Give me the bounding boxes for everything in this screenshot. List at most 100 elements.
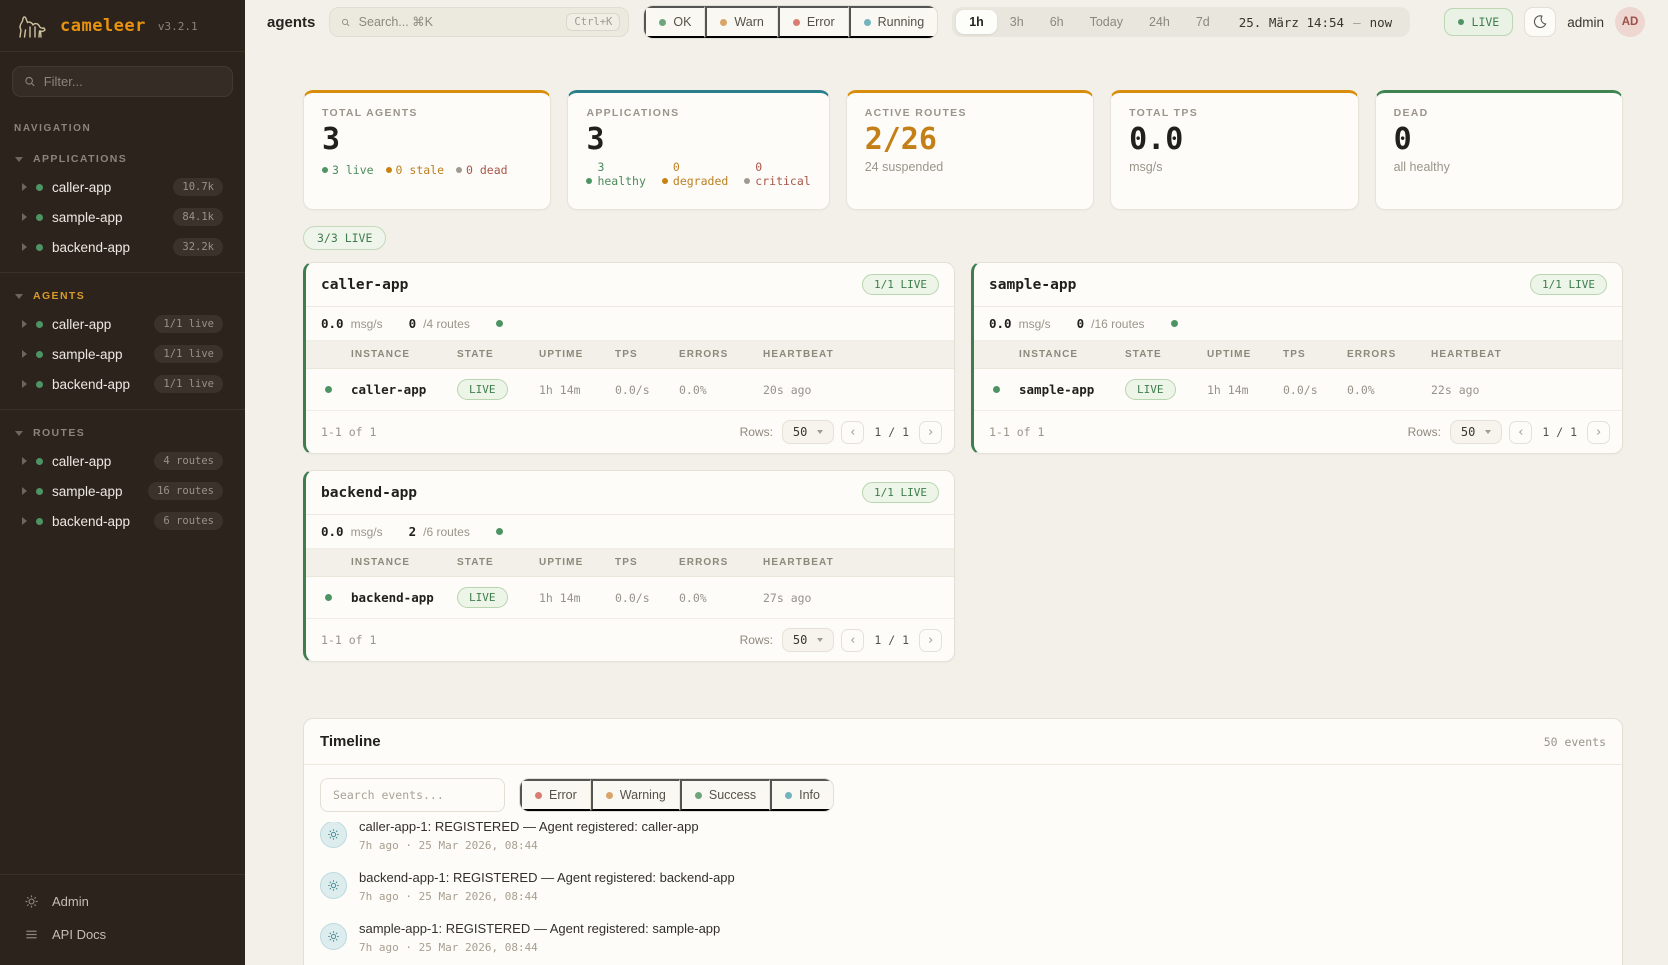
chevron-right-icon [22, 517, 27, 525]
sidebar-item-backend-app[interactable]: backend-app 32.2k [0, 232, 245, 262]
collapse-caret-icon [15, 294, 23, 299]
col-instance: INSTANCE [351, 349, 457, 360]
app-routes-active: 0 [1077, 316, 1085, 331]
next-page-button[interactable]: › [919, 629, 942, 652]
rows-value: 50 [1461, 425, 1475, 439]
sidebar-item-sample-app[interactable]: sample-app 84.1k [0, 202, 245, 232]
range-6h[interactable]: 6h [1037, 10, 1077, 34]
live-toggle[interactable]: LIVE [1444, 8, 1514, 36]
chevron-right-icon [22, 183, 27, 191]
item-label: backend-app [52, 514, 130, 529]
sidebar-filter-input[interactable] [44, 74, 221, 89]
stat-value: 3 [322, 123, 532, 156]
range-1h[interactable]: 1h [956, 10, 997, 34]
range-3h[interactable]: 3h [997, 10, 1037, 34]
global-search[interactable]: Ctrl+K [329, 7, 629, 37]
filter-chip-info[interactable]: Info [770, 779, 833, 811]
avatar[interactable]: AD [1615, 7, 1645, 37]
logo[interactable]: cameleer v3.2.1 [0, 0, 245, 52]
table-row[interactable]: backend-app LIVE 1h 14m 0.0/s 0.0% 27s a… [306, 577, 954, 619]
time-range-group: 1h 3h 6h Today 24h 7d 25. März 14:54 — n… [952, 7, 1410, 37]
item-label: caller-app [52, 317, 111, 332]
sidebar-filter[interactable] [12, 66, 233, 97]
timeline-events-list[interactable]: caller-app-1: REGISTERED — Agent registe… [304, 822, 1622, 965]
item-label: backend-app [52, 377, 130, 392]
section-header-routes[interactable]: ROUTES [0, 420, 245, 446]
sidebar-item-sample-app-agent[interactable]: sample-app 1/1 live [0, 339, 245, 369]
prev-page-button[interactable]: ‹ [1509, 421, 1532, 444]
rows-per-page-select[interactable]: 50 [1450, 420, 1502, 444]
stat-card-dead: DEAD 0 all healthy [1375, 90, 1623, 210]
stats-row: TOTAL AGENTS 3 3 live 0 stale 0 dead APP… [303, 90, 1623, 210]
status-dot [36, 184, 43, 191]
sidebar-item-caller-app-agent[interactable]: caller-app 1/1 live [0, 309, 245, 339]
prev-page-button[interactable]: ‹ [841, 421, 864, 444]
admin-link[interactable]: Admin [0, 885, 245, 918]
rows-per-page-select[interactable]: 50 [782, 628, 834, 652]
page-title: agents [267, 14, 315, 31]
timeline-event[interactable]: backend-app-1: REGISTERED — Agent regist… [320, 861, 1606, 912]
section-header-applications[interactable]: APPLICATIONS [0, 146, 245, 172]
events-search[interactable] [320, 778, 505, 812]
chevron-down-icon [817, 638, 823, 642]
event-timestamp: 7h ago · 25 Mar 2026, 08:44 [359, 890, 735, 903]
stat-value: 0.0 [1129, 123, 1339, 156]
filter-chip-ok[interactable]: OK [644, 6, 705, 38]
status-dot [36, 381, 43, 388]
col-heartbeat: HEARTBEAT [763, 349, 954, 360]
timeline-event[interactable]: caller-app-1: REGISTERED — Agent registe… [320, 822, 1606, 861]
app-routes-active: 2 [409, 524, 417, 539]
col-tps: TPS [1283, 349, 1347, 360]
navigation-label: NAVIGATION [0, 105, 245, 138]
filter-chip-warn[interactable]: Warn [705, 6, 777, 38]
timeline-event[interactable]: sample-app-1: REGISTERED — Agent registe… [320, 912, 1606, 963]
filter-chip-running[interactable]: Running [849, 6, 938, 38]
sidebar-item-backend-app-routes[interactable]: backend-app 6 routes [0, 506, 245, 536]
events-search-input[interactable] [333, 788, 492, 802]
table-row[interactable]: sample-app LIVE 1h 14m 0.0/s 0.0% 22s ag… [974, 369, 1622, 411]
tps-value: 0.0/s [1283, 383, 1347, 397]
filter-chip-error[interactable]: Error [520, 779, 591, 811]
col-errors: ERRORS [679, 557, 763, 568]
sidebar-item-sample-app-routes[interactable]: sample-app 16 routes [0, 476, 245, 506]
item-label: caller-app [52, 180, 111, 195]
status-dot [36, 214, 43, 221]
live-label: LIVE [1472, 15, 1500, 29]
timeline-event-count: 50 events [1544, 735, 1606, 749]
search-icon [24, 75, 36, 88]
range-7d[interactable]: 7d [1183, 10, 1223, 34]
filter-chip-error[interactable]: Error [778, 6, 849, 38]
app-routes-total: /4 routes [423, 317, 470, 331]
tps-value: 0.0/s [615, 383, 679, 397]
api-docs-link[interactable]: API Docs [0, 918, 245, 951]
date-end: now [1370, 15, 1393, 30]
stat-value: 3 [586, 123, 810, 156]
date-start: 25. März 14:54 [1239, 15, 1344, 30]
errors-value: 0.0% [1347, 383, 1431, 397]
item-label: sample-app [52, 347, 123, 362]
filter-chip-success[interactable]: Success [680, 779, 770, 811]
global-search-input[interactable] [359, 15, 559, 29]
next-page-button[interactable]: › [919, 421, 942, 444]
table-row[interactable]: caller-app LIVE 1h 14m 0.0/s 0.0% 20s ag… [306, 369, 954, 411]
sidebar-item-backend-app-agent[interactable]: backend-app 1/1 live [0, 369, 245, 399]
next-page-button[interactable]: › [1587, 421, 1610, 444]
rows-per-page-select[interactable]: 50 [782, 420, 834, 444]
prev-page-button[interactable]: ‹ [841, 629, 864, 652]
chevron-down-icon [1485, 430, 1491, 434]
sidebar-item-caller-app[interactable]: caller-app 10.7k [0, 172, 245, 202]
status-dot [36, 321, 43, 328]
sidebar-item-caller-app-routes[interactable]: caller-app 4 routes [0, 446, 245, 476]
main-area: agents Ctrl+K OK Warn Error Running 1h 3… [245, 0, 1668, 965]
admin-label: Admin [52, 894, 89, 909]
range-today[interactable]: Today [1077, 10, 1136, 34]
overall-live-badge: 3/3 LIVE [303, 226, 386, 250]
section-header-agents[interactable]: AGENTS [0, 283, 245, 309]
moon-icon [1532, 14, 1548, 30]
theme-toggle[interactable] [1524, 7, 1556, 37]
app-routes-total: /6 routes [423, 525, 470, 539]
page-indicator: 1 / 1 [874, 633, 909, 647]
app-tps-value: 0.0 [989, 316, 1012, 331]
range-24h[interactable]: 24h [1136, 10, 1183, 34]
filter-chip-warning[interactable]: Warning [591, 779, 680, 811]
